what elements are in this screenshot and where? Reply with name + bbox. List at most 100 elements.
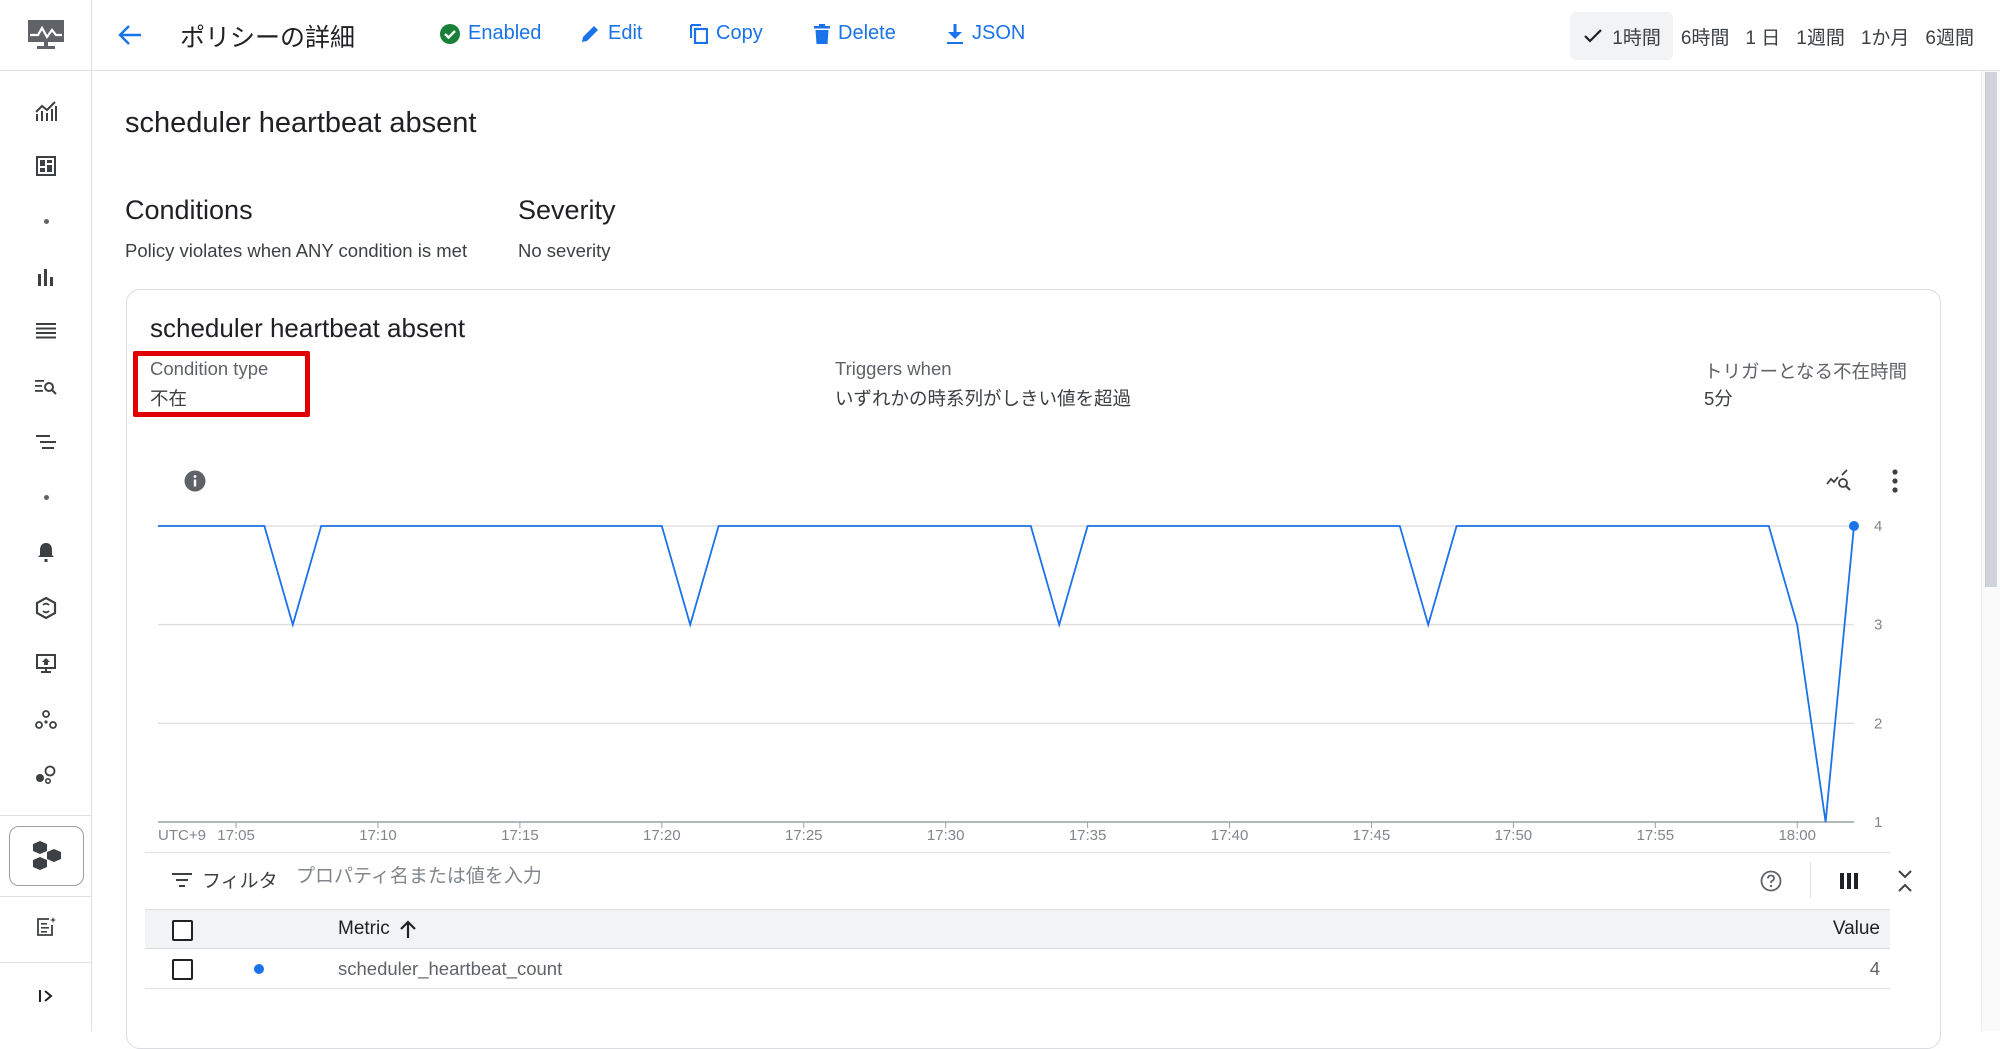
toolbar-separator	[1810, 862, 1811, 898]
time-range-selector: 1時間 6時間 1 日 1週間 1か月 6週間	[1570, 12, 1982, 60]
check-circle-icon	[440, 23, 460, 44]
groups-icon[interactable]	[31, 760, 61, 790]
delete-button[interactable]: Delete	[814, 22, 896, 45]
sidebar	[0, 0, 92, 1031]
enabled-toggle[interactable]: Enabled	[440, 22, 541, 45]
conditions-heading: Conditions	[125, 195, 253, 225]
x-tick-label: 17:20	[643, 827, 681, 844]
time-range-1h[interactable]: 1時間	[1570, 12, 1673, 60]
time-range-6w[interactable]: 6週間	[1917, 12, 1982, 60]
chart-divider	[145, 852, 1890, 853]
info-button[interactable]	[180, 466, 210, 496]
x-tick-label: 17:05	[217, 827, 255, 844]
time-range-6h[interactable]: 6時間	[1673, 12, 1738, 60]
absence-duration-value: 5分	[1704, 388, 1733, 409]
x-tick-label: 17:50	[1495, 827, 1533, 844]
notes-sparkle-icon[interactable]	[31, 912, 61, 942]
timezone-label: UTC+9	[158, 827, 206, 844]
filter-input[interactable]	[296, 866, 1696, 888]
explore-chart-button[interactable]	[1822, 464, 1856, 498]
download-icon	[947, 23, 963, 44]
edit-label: Edit	[608, 22, 643, 44]
services-icon[interactable]	[31, 705, 61, 735]
severity-heading: Severity	[518, 195, 616, 225]
sidebar-divider	[0, 962, 92, 963]
enabled-label: Enabled	[468, 22, 542, 44]
monitoring-logo-icon[interactable]	[0, 0, 92, 71]
view-column-icon	[1840, 873, 1858, 889]
value-column-header[interactable]: Value	[1833, 918, 1880, 940]
condition-type-label: Condition type	[150, 358, 269, 379]
more-vert-icon	[1892, 469, 1898, 493]
x-tick-label: 17:45	[1353, 827, 1391, 844]
filter-list-icon[interactable]	[31, 427, 61, 457]
triggers-when-label: Triggers when	[835, 358, 952, 379]
filter-icon	[172, 872, 192, 887]
time-range-1w[interactable]: 1週間	[1788, 12, 1853, 60]
x-tick-label: 17:40	[1211, 827, 1249, 844]
sidebar-separator-dot	[44, 219, 49, 224]
monitor-icon[interactable]	[31, 649, 61, 679]
sidebar-divider	[0, 815, 92, 816]
condition-title: scheduler heartbeat absent	[150, 313, 466, 343]
sidebar-divider	[0, 896, 92, 897]
column-picker-button[interactable]	[1834, 866, 1864, 896]
time-range-1m[interactable]: 1か月	[1853, 12, 1918, 60]
unfold-less-icon	[1898, 870, 1912, 892]
y-tick-label: 3	[1874, 617, 1882, 634]
copy-button[interactable]: Copy	[690, 22, 763, 45]
row-checkbox[interactable]	[172, 959, 193, 980]
x-tick-label: 17:55	[1637, 827, 1675, 844]
dashboards-icon[interactable]	[31, 151, 61, 181]
metric-column-header[interactable]: Metric	[338, 918, 416, 940]
y-tick-label: 4	[1874, 518, 1882, 535]
table-header: Metric Value	[145, 909, 1890, 949]
condition-type-value: 不在	[150, 388, 188, 409]
series-line	[158, 525, 1855, 823]
info-icon	[184, 470, 206, 492]
x-tick-label: 17:10	[359, 827, 397, 844]
back-button[interactable]	[115, 20, 145, 50]
conditions-text: Policy violates when ANY condition is me…	[125, 240, 468, 261]
delete-label: Delete	[838, 22, 896, 44]
x-tick-label: 17:35	[1069, 827, 1107, 844]
logs-icon[interactable]	[31, 316, 61, 346]
series-color-dot	[254, 964, 264, 974]
severity-text: No severity	[518, 240, 611, 261]
metrics-explorer-icon[interactable]	[31, 96, 61, 126]
collapse-table-button[interactable]	[1892, 866, 1918, 896]
heartbeat-line-chart: 1 2 3 4 UTC+9 17:05 17:10 17:15 17:20 17:25 17:30 1…	[158, 518, 1882, 844]
edit-button[interactable]: Edit	[580, 22, 642, 45]
select-all-checkbox[interactable]	[172, 920, 193, 941]
copy-label: Copy	[716, 22, 763, 44]
scrollbar-thumb[interactable]	[1985, 72, 1997, 587]
y-tick-label: 2	[1874, 715, 1882, 732]
json-label: JSON	[972, 22, 1026, 44]
help-icon	[1760, 870, 1782, 892]
sync-hexagon-icon[interactable]	[31, 593, 61, 623]
bar-chart-icon[interactable]	[31, 262, 61, 292]
last-point-marker	[1849, 521, 1859, 531]
expand-sidebar-icon[interactable]	[31, 981, 61, 1011]
filter-button[interactable]: フィルタ	[172, 866, 278, 893]
triggers-when-value: いずれかの時系列がしきい値を超過	[835, 388, 1132, 409]
metric-header-label: Metric	[338, 918, 390, 939]
download-json-button[interactable]: JSON	[946, 22, 1025, 45]
alerting-bell-icon[interactable]	[31, 537, 61, 567]
arrow-upward-icon	[399, 920, 416, 938]
metric-name: scheduler_heartbeat_count	[338, 958, 563, 979]
time-range-label: 1時間	[1612, 27, 1661, 49]
sidebar-separator-dot	[44, 495, 49, 500]
page-title: ポリシーの詳細	[180, 24, 356, 52]
help-button[interactable]	[1756, 866, 1786, 896]
metric-value: 4	[1869, 958, 1880, 979]
y-tick-label: 1	[1874, 814, 1882, 831]
time-range-1d[interactable]: 1 日	[1737, 12, 1788, 60]
x-tick-label: 18:00	[1778, 827, 1816, 844]
pencil-icon	[582, 25, 598, 42]
x-tick-label: 17:15	[501, 827, 539, 844]
more-options-button[interactable]	[1878, 464, 1912, 498]
integrations-hexagon-icon[interactable]	[9, 826, 84, 886]
table-row: scheduler_heartbeat_count 4	[145, 949, 1890, 989]
logs-search-icon[interactable]	[31, 372, 61, 402]
